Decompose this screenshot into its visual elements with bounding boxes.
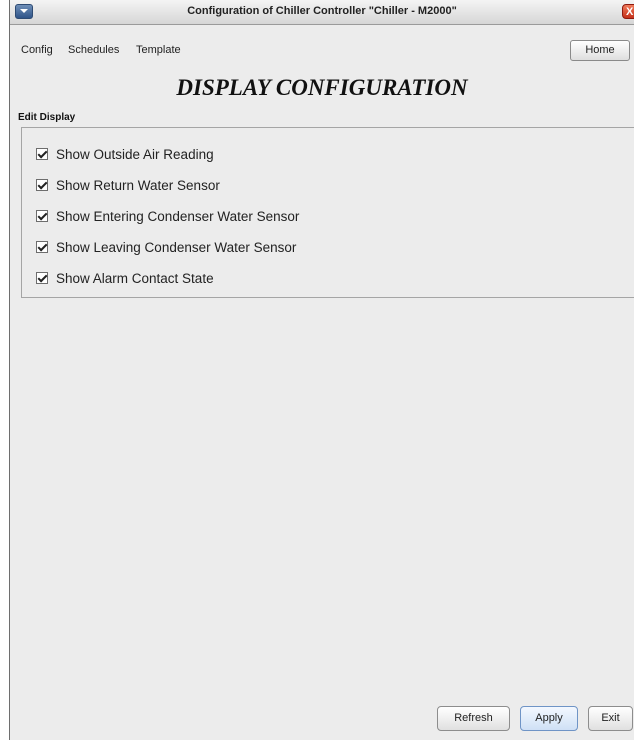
checkbox-return-water[interactable]	[36, 179, 48, 191]
apply-button[interactable]: Apply	[520, 706, 578, 731]
section-label: Edit Display	[18, 112, 76, 123]
option-entering-condenser[interactable]: Show Entering Condenser Water Sensor	[36, 208, 299, 224]
menu-config[interactable]: Config	[21, 44, 53, 56]
menu-template[interactable]: Template	[136, 44, 181, 56]
option-outside-air[interactable]: Show Outside Air Reading	[36, 146, 214, 162]
option-alarm-contact[interactable]: Show Alarm Contact State	[36, 270, 214, 286]
option-leaving-condenser[interactable]: Show Leaving Condenser Water Sensor	[36, 239, 296, 255]
title-bar: Configuration of Chiller Controller "Chi…	[10, 0, 634, 25]
option-label: Show Return Water Sensor	[56, 177, 220, 193]
menu-schedules[interactable]: Schedules	[68, 44, 119, 56]
option-label: Show Leaving Condenser Water Sensor	[56, 239, 297, 255]
option-label: Show Entering Condenser Water Sensor	[56, 208, 300, 224]
page-title: DISPLAY CONFIGURATION	[176, 75, 468, 100]
checkbox-outside-air[interactable]	[36, 148, 48, 160]
option-label: Show Outside Air Reading	[56, 146, 214, 162]
option-return-water[interactable]: Show Return Water Sensor	[36, 177, 220, 193]
config-window: Configuration of Chiller Controller "Chi…	[9, 0, 634, 740]
edit-display-panel: Show Outside Air Reading Show Return Wat…	[21, 127, 634, 298]
checkbox-alarm-contact[interactable]	[36, 272, 48, 284]
close-icon[interactable]: X	[622, 4, 634, 19]
home-button[interactable]: Home	[570, 40, 630, 61]
refresh-button[interactable]: Refresh	[437, 706, 510, 731]
checkbox-leaving-condenser[interactable]	[36, 241, 48, 253]
option-label: Show Alarm Contact State	[56, 270, 214, 286]
checkbox-entering-condenser[interactable]	[36, 210, 48, 222]
window-title: Configuration of Chiller Controller "Chi…	[187, 5, 457, 17]
exit-button[interactable]: Exit	[588, 706, 633, 731]
